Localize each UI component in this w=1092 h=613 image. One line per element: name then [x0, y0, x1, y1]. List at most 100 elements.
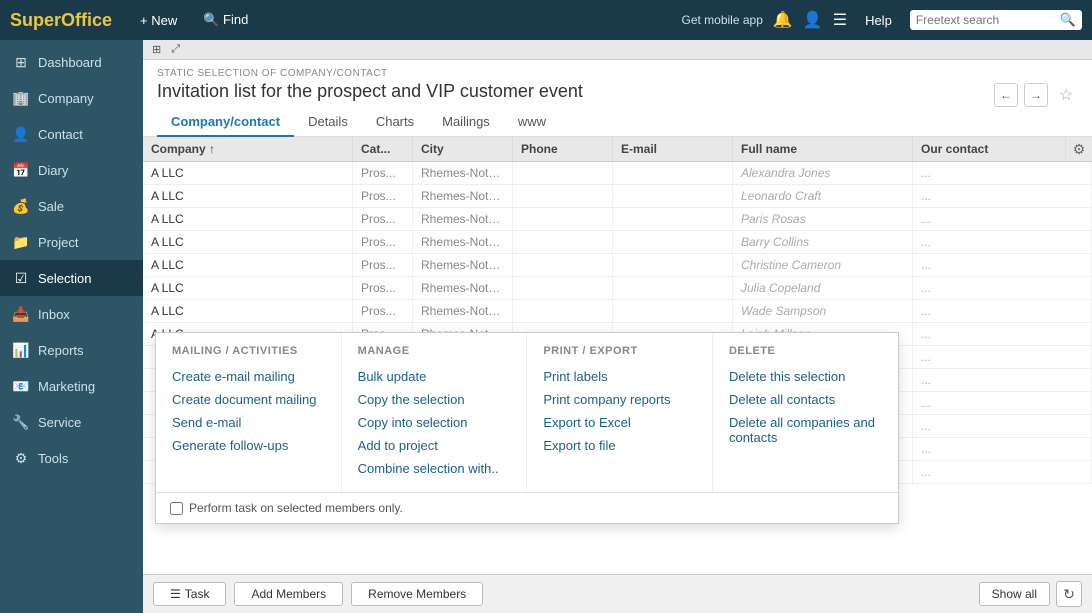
tab-details[interactable]: Details	[294, 108, 362, 137]
contact-icon: 👤	[12, 125, 30, 143]
task-dropdown-menu: MAILING / ACTIVITIES Create e-mail mailin…	[155, 332, 899, 524]
main-content: ⊞ ⤢ STATIC SELECTION OF COMPANY/CONTACT …	[143, 40, 1092, 613]
reports-icon: 📊	[12, 341, 30, 359]
dropdown-footer: Perform task on selected members only.	[156, 493, 898, 523]
task-button[interactable]: ☰ Task	[153, 582, 226, 606]
sidebar-item-dashboard[interactable]: ⊞ Dashboard	[0, 44, 143, 80]
sidebar-item-inbox[interactable]: 📥 Inbox	[0, 296, 143, 332]
sidebar-item-diary[interactable]: 📅 Diary	[0, 152, 143, 188]
dropdown-section-title: PRINT / EXPORT	[543, 345, 696, 357]
tab-mailings[interactable]: Mailings	[428, 108, 504, 137]
page-nav-row: Invitation list for the prospect and VIP…	[157, 81, 1078, 108]
dropdown-item-create-e-mail-mailing[interactable]: Create e-mail mailing	[172, 365, 325, 388]
toolbar-expand-icon[interactable]: ⤢	[168, 42, 183, 57]
tabs: Company/contactDetailsChartsMailingswww	[157, 108, 1078, 136]
menu-icon[interactable]: ☰	[833, 10, 847, 30]
bottom-right: Show all ↻	[979, 581, 1082, 607]
dropdown-section-delete: DELETEDelete this selectionDelete all co…	[713, 333, 898, 492]
dropdown-item-generate-follow-ups[interactable]: Generate follow-ups	[172, 434, 325, 457]
tab-charts[interactable]: Charts	[362, 108, 428, 137]
sidebar-item-tools[interactable]: ⚙ Tools	[0, 440, 143, 476]
next-button[interactable]: →	[1024, 83, 1048, 107]
nav-right-area: Get mobile app 🔔 👤 ☰ Help 🔍	[681, 9, 1082, 32]
dashboard-icon: ⊞	[12, 53, 30, 71]
dropdown-columns: MAILING / ACTIVITIES Create e-mail mailin…	[156, 333, 898, 493]
toolbar-nav-icon[interactable]: ⊞	[149, 42, 164, 57]
dropdown-item-delete-this-selection[interactable]: Delete this selection	[729, 365, 882, 388]
sidebar-item-sale[interactable]: 💰 Sale	[0, 188, 143, 224]
service-icon: 🔧	[12, 413, 30, 431]
find-button[interactable]: 🔍 Find	[195, 8, 256, 32]
dropdown-section-title: MANAGE	[358, 345, 511, 357]
new-button[interactable]: + New	[132, 9, 185, 32]
logo: SuperOffice	[10, 10, 112, 31]
tools-icon: ⚙	[12, 449, 30, 467]
diary-icon: 📅	[12, 161, 30, 179]
sidebar-item-project[interactable]: 📁 Project	[0, 224, 143, 260]
sidebar-label-contact: Contact	[38, 127, 83, 142]
top-toolbar: ⊞ ⤢	[143, 40, 1092, 60]
sidebar-item-service[interactable]: 🔧 Service	[0, 404, 143, 440]
prev-button[interactable]: ←	[994, 83, 1018, 107]
marketing-icon: 📧	[12, 377, 30, 395]
dropdown-item-print-labels[interactable]: Print labels	[543, 365, 696, 388]
search-icon: 🔍	[1060, 12, 1076, 28]
dropdown-item-add-to-project[interactable]: Add to project	[358, 434, 511, 457]
dropdown-item-create-document-mailing[interactable]: Create document mailing	[172, 388, 325, 411]
table-area: Company ↑ Cat... City Phone E-mail Full …	[143, 137, 1092, 574]
company-icon: 🏢	[12, 89, 30, 107]
dropdown-item-delete-all-contacts[interactable]: Delete all contacts	[729, 388, 882, 411]
dropdown-section-manage: MANAGE Bulk updateCopy the selectionCopy …	[342, 333, 528, 492]
selection-icon: ☑	[12, 269, 30, 287]
selected-members-label: Perform task on selected members only.	[189, 501, 403, 515]
sidebar-item-marketing[interactable]: 📧 Marketing	[0, 368, 143, 404]
sidebar-item-company[interactable]: 🏢 Company	[0, 80, 143, 116]
dropdown-item-copy-into-selection[interactable]: Copy into selection	[358, 411, 511, 434]
dropdown-section-title: MAILING / ACTIVITIES	[172, 345, 325, 357]
sidebar-label-marketing: Marketing	[38, 379, 95, 394]
sidebar-item-reports[interactable]: 📊 Reports	[0, 332, 143, 368]
dropdown-item-export-to-excel[interactable]: Export to Excel	[543, 411, 696, 434]
sidebar-item-selection[interactable]: ☑ Selection	[0, 260, 143, 296]
sidebar-label-selection: Selection	[38, 271, 91, 286]
dropdown-section-mailing---activities: MAILING / ACTIVITIES Create e-mail mailin…	[156, 333, 342, 492]
dropdown-overlay: MAILING / ACTIVITIES Create e-mail mailin…	[143, 137, 1092, 574]
dropdown-item-print-company-reports[interactable]: Print company reports	[543, 388, 696, 411]
sidebar-label-service: Service	[38, 415, 81, 430]
sidebar-label-reports: Reports	[38, 343, 84, 358]
show-all-button[interactable]: Show all	[979, 582, 1050, 606]
dropdown-item-copy-the-selection[interactable]: Copy the selection	[358, 388, 511, 411]
user-icon[interactable]: 👤	[803, 10, 823, 30]
sidebar-item-contact[interactable]: 👤 Contact	[0, 116, 143, 152]
top-navigation: SuperOffice + New 🔍 Find Get mobile app …	[0, 0, 1092, 40]
dropdown-item-combine-selection-with--[interactable]: Combine selection with..	[358, 457, 511, 480]
help-button[interactable]: Help	[857, 9, 900, 32]
sale-icon: 💰	[12, 197, 30, 215]
dropdown-item-send-e-mail[interactable]: Send e-mail	[172, 411, 325, 434]
tab-www[interactable]: www	[504, 108, 560, 137]
dropdown-item-export-to-file[interactable]: Export to file	[543, 434, 696, 457]
sidebar-label-inbox: Inbox	[38, 307, 70, 322]
page-nav-right: ← → ☆	[994, 83, 1078, 107]
add-members-button[interactable]: Add Members	[234, 582, 343, 606]
task-icon: ☰	[170, 587, 181, 601]
task-label: Task	[185, 587, 210, 601]
page-title: Invitation list for the prospect and VIP…	[157, 81, 583, 102]
favorite-button[interactable]: ☆	[1054, 83, 1078, 107]
project-icon: 📁	[12, 233, 30, 251]
selected-members-checkbox[interactable]	[170, 502, 183, 515]
sidebar-label-project: Project	[38, 235, 78, 250]
refresh-button[interactable]: ↻	[1056, 581, 1082, 607]
sidebar: ⊞ Dashboard 🏢 Company 👤 Contact 📅 Diary …	[0, 40, 143, 613]
search-input[interactable]	[916, 13, 1056, 27]
sidebar-label-dashboard: Dashboard	[38, 55, 102, 70]
main-layout: ⊞ Dashboard 🏢 Company 👤 Contact 📅 Diary …	[0, 40, 1092, 613]
dropdown-item-bulk-update[interactable]: Bulk update	[358, 365, 511, 388]
dropdown-section-print---export: PRINT / EXPORT Print labelsPrint company …	[527, 333, 713, 492]
bell-icon[interactable]: 🔔	[773, 10, 793, 30]
remove-members-button[interactable]: Remove Members	[351, 582, 483, 606]
sidebar-label-sale: Sale	[38, 199, 64, 214]
tab-company-contact[interactable]: Company/contact	[157, 108, 294, 137]
dropdown-item-delete-all-companies-and-contacts[interactable]: Delete all companies and contacts	[729, 411, 882, 449]
sidebar-label-tools: Tools	[38, 451, 68, 466]
